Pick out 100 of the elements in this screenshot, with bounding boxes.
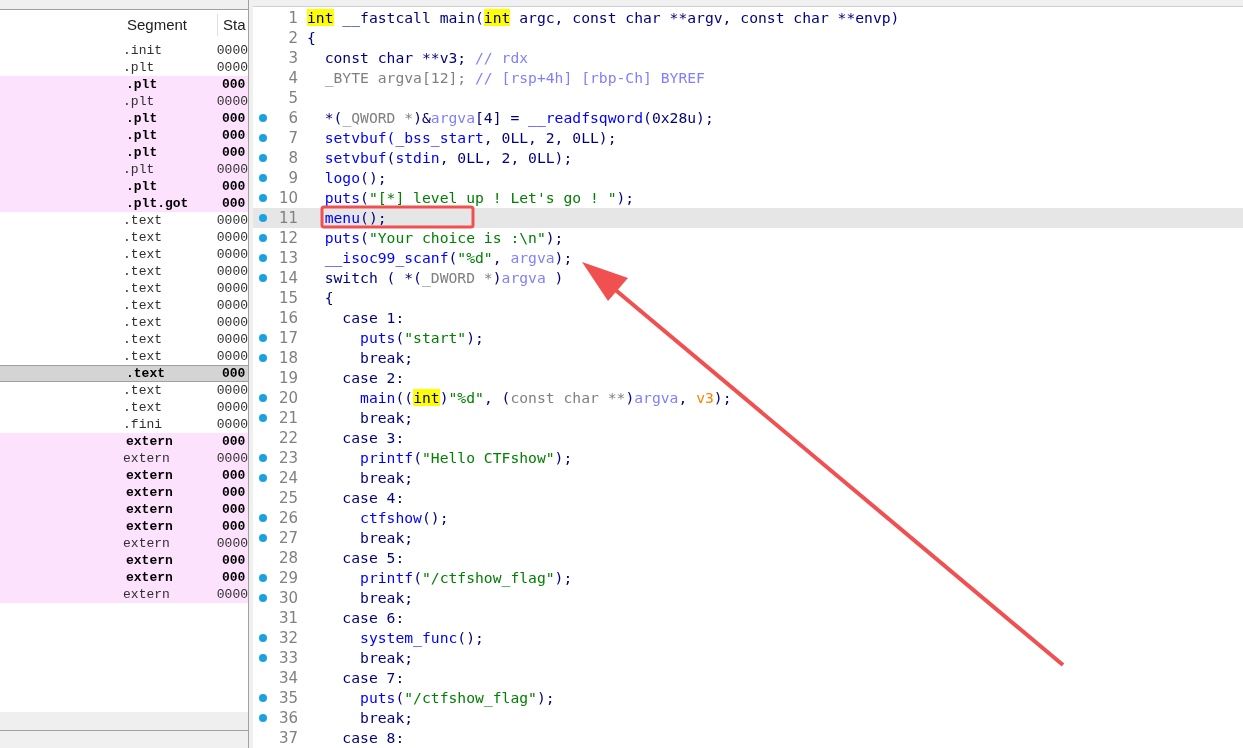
table-row[interactable]: extern 000 [0, 433, 248, 450]
code-row[interactable]: 34 case 7: [253, 668, 1243, 688]
table-cell-text: .plt.got [126, 195, 190, 212]
table-cell: 0000 [216, 399, 248, 416]
table-row[interactable]: extern 000 [0, 552, 248, 569]
code-line: break; [359, 588, 414, 608]
table-row[interactable]: extern 0000 [0, 450, 248, 467]
code-row[interactable]: 11 menu(); [253, 208, 1243, 228]
table-cell: 0000 [216, 263, 248, 280]
code-row[interactable]: 37 case 8: [253, 728, 1243, 748]
line-number: 23 [277, 447, 298, 469]
table-row[interactable]: extern 000 [0, 569, 248, 586]
code-row[interactable]: 18 break; [253, 348, 1243, 368]
code-row[interactable]: 29 printf("/ctfshow_flag"); [253, 568, 1243, 588]
code-row[interactable]: 19 case 2: [253, 368, 1243, 388]
code-row[interactable]: 4 _BYTE argva[12]; // [rsp+4h] [rbp-Ch] BYREF [253, 68, 1243, 88]
code-row[interactable]: 32 system_func(); [253, 628, 1243, 648]
code-row[interactable]: 30 break; [253, 588, 1243, 608]
code-line: case 7: [341, 668, 405, 688]
code-row[interactable]: 35 puts("/ctfshow_flag"); [253, 688, 1243, 708]
table-cell-text: .plt [126, 144, 159, 161]
table-row[interactable]: .text 000 [0, 365, 248, 382]
table-cell-text: .text [123, 212, 164, 229]
table-cell: 0000 [216, 331, 248, 348]
code-row[interactable]: 14 switch ( *(_DWORD *)argva ) [253, 268, 1243, 288]
table-row[interactable]: .plt.got 000 [0, 195, 248, 212]
code-row[interactable]: 3 const char **v3; // rdx [253, 48, 1243, 68]
table-cell-text: .init [123, 42, 164, 59]
table-cell: 000 [222, 569, 246, 586]
table-cell: 0000 [216, 229, 248, 246]
table-cell-text: .plt [126, 178, 159, 195]
code-row[interactable]: 33 break; [253, 648, 1243, 668]
table-cell-text: .text [123, 382, 164, 399]
table-row[interactable]: .plt 000 [0, 144, 248, 161]
table-cell-text: .plt [123, 59, 156, 76]
code-line: case 3: [341, 428, 405, 448]
line-number: 24 [277, 467, 298, 489]
table-cell-text: .text [123, 331, 164, 348]
table-row[interactable]: extern 000 [0, 484, 248, 501]
table-cell-text: .plt [123, 161, 156, 178]
code-line: menu(); [323, 208, 387, 228]
table-cell: 000 [222, 195, 246, 212]
code-line: break; [359, 648, 414, 668]
column-header[interactable]: Sta [218, 13, 246, 36]
table-cell: 000 [222, 127, 246, 144]
code-line: { [323, 288, 334, 308]
table-cell-text: .fini [123, 416, 164, 433]
code-row[interactable]: 6 *(_QWORD *)&argva[4] = __readfsqword(0x28u); [253, 108, 1243, 128]
table-cell-text: extern [126, 518, 174, 535]
line-number: 26 [277, 507, 298, 529]
code-row[interactable]: 20 main((int)"%d", (const char **)argva, v3); [253, 388, 1243, 408]
table-cell: 0000 [216, 535, 248, 552]
line-number: 17 [277, 327, 298, 349]
line-number: 2 [287, 27, 298, 49]
code-row[interactable]: 7 setvbuf(_bss_start, 0LL, 2, 0LL); [253, 128, 1243, 148]
code-row[interactable]: 24 break; [253, 468, 1243, 488]
code-line: setvbuf(stdin, 0LL, 2, 0LL); [323, 148, 573, 168]
code-row[interactable]: 28 case 5: [253, 548, 1243, 568]
table-row[interactable]: .plt 000 [0, 178, 248, 195]
code-row[interactable]: 8 setvbuf(stdin, 0LL, 2, 0LL); [253, 148, 1243, 168]
code-row[interactable]: 36 break; [253, 708, 1243, 728]
table-row[interactable]: extern 000 [0, 518, 248, 535]
code-row[interactable]: 15 { [253, 288, 1243, 308]
table-cell: 0000 [216, 212, 248, 229]
code-row[interactable]: 16 case 1: [253, 308, 1243, 328]
code-row[interactable]: 5 [253, 88, 1243, 108]
table-cell: 0000 [216, 382, 248, 399]
code-row[interactable]: 26 ctfshow(); [253, 508, 1243, 528]
table-cell-text: .plt [126, 110, 159, 127]
column-header[interactable]: Segment [122, 13, 218, 36]
table-row[interactable]: .plt 000 [0, 76, 248, 93]
table-row[interactable]: .plt 0000 [0, 93, 248, 110]
code-row[interactable]: 23 printf("Hello CTFshow"); [253, 448, 1243, 468]
line-number: 12 [277, 227, 298, 249]
table-row[interactable]: .plt 000 [0, 127, 248, 144]
code-row[interactable]: 31 case 6: [253, 608, 1243, 628]
code-row[interactable]: 1 int __fastcall main(int argc, const char **argv, const char **envp) [253, 8, 1243, 28]
line-number: 33 [277, 647, 298, 669]
line-number: 16 [277, 307, 298, 329]
code-row[interactable]: 22 case 3: [253, 428, 1243, 448]
code-row[interactable]: 2 { [253, 28, 1243, 48]
code-row[interactable]: 12 puts("Your choice is :\n"); [253, 228, 1243, 248]
code-row[interactable]: 25 case 4: [253, 488, 1243, 508]
table-row[interactable]: extern 000 [0, 501, 248, 518]
line-number: 30 [277, 587, 298, 609]
line-number: 19 [277, 367, 298, 389]
code-row[interactable]: 21 break; [253, 408, 1243, 428]
code-row[interactable]: 27 break; [253, 528, 1243, 548]
table-row[interactable]: extern 0000 [0, 535, 248, 552]
code-row[interactable]: 9 logo(); [253, 168, 1243, 188]
code-line: setvbuf(_bss_start, 0LL, 2, 0LL); [323, 128, 617, 148]
table-row[interactable]: extern 0000 [0, 586, 248, 603]
code-row[interactable]: 17 puts("start"); [253, 328, 1243, 348]
table-row[interactable]: .plt 000 [0, 110, 248, 127]
code-row[interactable]: 13 __isoc99_scanf("%d", argva); [253, 248, 1243, 268]
table-row[interactable]: extern 000 [0, 467, 248, 484]
code-line: case 1: [341, 308, 405, 328]
code-row[interactable]: 10 puts("[*] level up ! Let's go ! "); [253, 188, 1243, 208]
line-number: 31 [277, 607, 298, 629]
table-row[interactable]: .plt 0000 [0, 161, 248, 178]
